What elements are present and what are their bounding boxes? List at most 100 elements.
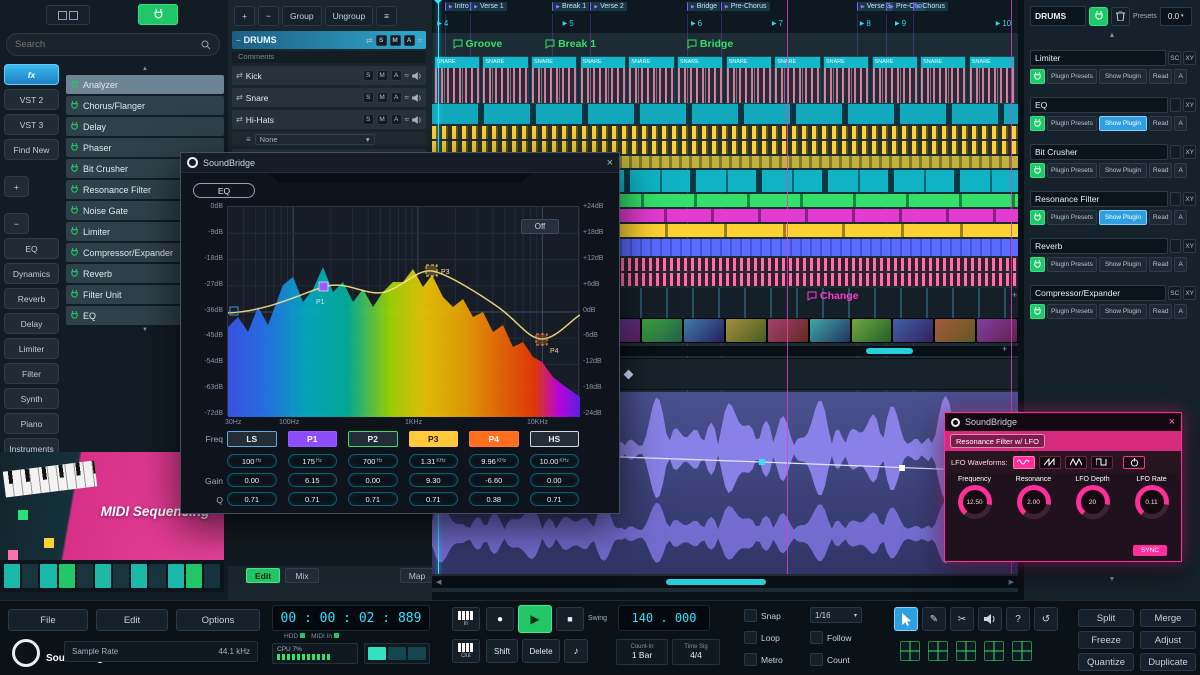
sample-rate-box[interactable]: Sample Rate 44.1 kHz: [64, 641, 258, 662]
close-icon[interactable]: ×: [607, 157, 613, 169]
lfo-wave-square-button[interactable]: [1091, 456, 1113, 469]
band-frequency-value[interactable]: 10.00 KHz: [530, 454, 580, 468]
xy-badge[interactable]: XY: [1183, 145, 1196, 159]
speaker-icon[interactable]: [412, 94, 422, 102]
keyboard-view-button[interactable]: [1012, 641, 1032, 661]
plugin-category-button[interactable]: VST 2: [4, 89, 59, 110]
section-label[interactable]: Bridge: [687, 38, 733, 50]
read-automation-button[interactable]: Read: [1149, 304, 1173, 319]
automation-icon[interactable]: ≈: [405, 93, 409, 102]
midi-clip[interactable]: SNARE: [531, 56, 577, 104]
swap-icon[interactable]: ⇄: [236, 93, 243, 102]
band-gain-value[interactable]: -6.60: [469, 473, 519, 487]
plugin-slot-name[interactable]: Resonance Filter: [1030, 191, 1168, 207]
plugin-power-button[interactable]: [1030, 210, 1045, 225]
track-row[interactable]: ⇄ Snare S M A ≈: [232, 88, 426, 107]
band-select-button[interactable]: P2: [348, 431, 398, 447]
timeline-ruler[interactable]: ▶ Intro ▶ Verse 1 ▶ Break 1 ▶: [432, 0, 1018, 34]
eq-handle-ls[interactable]: [230, 307, 238, 315]
bar-number[interactable]: ▶ 4: [437, 19, 448, 28]
freeze-button[interactable]: Freeze: [1078, 631, 1134, 649]
read-automation-button[interactable]: Read: [1149, 163, 1173, 178]
group-button[interactable]: Group: [282, 6, 322, 26]
horizontal-scrollbar-bottom[interactable]: ◀ ▶: [432, 576, 1018, 588]
band-frequency-value[interactable]: 1.31 KHz: [409, 454, 459, 468]
plugin-power-button[interactable]: [1030, 163, 1045, 178]
automation-mode-button[interactable]: A: [1174, 69, 1186, 84]
band-q-value[interactable]: 0.38: [469, 492, 519, 506]
delete-button[interactable]: Delete: [522, 639, 560, 663]
plugin-list-item[interactable]: Analyzer: [66, 75, 224, 94]
band-q-value[interactable]: 0.71: [409, 492, 459, 506]
plugin-presets-button[interactable]: Plugin Presets: [1047, 116, 1097, 131]
speaker-icon[interactable]: [412, 116, 422, 124]
plugin-category-button[interactable]: Synth: [4, 388, 59, 409]
show-plugin-button[interactable]: Show Plugin: [1099, 210, 1147, 225]
midi-clip[interactable]: SNARE: [580, 56, 626, 104]
sidechain-badge[interactable]: [1170, 98, 1181, 112]
collapse-chain-icon[interactable]: ▲: [1024, 32, 1200, 39]
eq-handle-p1[interactable]: [319, 282, 328, 291]
scrollbar-thumb[interactable]: [866, 348, 913, 354]
plugin-slot-name[interactable]: Reverb: [1030, 238, 1168, 254]
bar-number[interactable]: ▶ 10: [996, 19, 1012, 28]
sync-button[interactable]: SYNC: [1133, 545, 1167, 556]
plugin-category-button[interactable]: −: [4, 213, 29, 234]
lfo-wave-saw-button[interactable]: [1039, 456, 1061, 469]
options-menu-button[interactable]: Options: [176, 609, 260, 631]
video-thumbnail[interactable]: [684, 319, 724, 342]
band-q-value[interactable]: 0.71: [530, 492, 580, 506]
xy-badge[interactable]: XY: [1183, 286, 1196, 300]
piano-roll-view-button[interactable]: [956, 641, 976, 661]
listen-tool-button[interactable]: [978, 607, 1002, 631]
band-gain-value[interactable]: 0.00: [530, 473, 580, 487]
show-plugin-button[interactable]: Show Plugin: [1099, 163, 1147, 178]
xy-badge[interactable]: XY: [1183, 239, 1196, 253]
timeline-marker[interactable]: ▶ Verse 2: [590, 2, 627, 11]
knob-control[interactable]: 12.50: [958, 485, 992, 519]
read-automation-button[interactable]: Read: [1149, 257, 1173, 272]
video-thumbnail[interactable]: [935, 319, 975, 342]
split-button[interactable]: Split: [1078, 609, 1134, 627]
draw-tool-button[interactable]: ✎: [922, 607, 946, 631]
plugin-category-button[interactable]: Filter: [4, 363, 59, 384]
show-plugin-button[interactable]: Show Plugin: [1099, 257, 1147, 272]
midi-clip[interactable]: SNARE: [434, 56, 480, 104]
arm-button[interactable]: A: [391, 92, 402, 103]
speaker-icon[interactable]: [412, 72, 422, 80]
eq-plugin-window[interactable]: SoundBridge × EQ Off 0dB-9dB-18dB-27dB-3…: [180, 152, 620, 514]
plugin-category-button[interactable]: Piano: [4, 413, 59, 434]
collapse-group-icon[interactable]: −: [236, 36, 241, 45]
delete-plugin-button[interactable]: [1111, 7, 1130, 26]
track-row[interactable]: ⇄ Kick S M A ≈: [232, 66, 426, 85]
automation-icon[interactable]: ≈: [405, 71, 409, 80]
video-thumbnail[interactable]: [726, 319, 766, 342]
count-toggle[interactable]: Count: [810, 653, 850, 666]
plugin-category-button[interactable]: Limiter: [4, 338, 59, 359]
automation-select[interactable]: None ▾: [255, 134, 375, 145]
section-label-change[interactable]: Change: [807, 290, 859, 302]
time-sig-box[interactable]: Time Sig 4/4: [672, 639, 720, 665]
track-row[interactable]: ⇄ Hi-Hats S M A ≈: [232, 110, 426, 129]
editor-view-button[interactable]: [900, 641, 920, 661]
plugin-presets-button[interactable]: Plugin Presets: [1047, 163, 1097, 178]
scroll-up-icon[interactable]: ▲: [66, 66, 224, 75]
show-plugin-button[interactable]: Show Plugin: [1099, 304, 1147, 319]
video-thumbnail[interactable]: [768, 319, 808, 342]
midi-in-button[interactable]: In: [452, 607, 480, 631]
plugin-list-item[interactable]: Chorus/Flanger: [66, 96, 224, 115]
scroll-right-icon[interactable]: ▶: [1009, 578, 1014, 586]
sidechain-badge[interactable]: [1170, 145, 1181, 159]
edit-menu-button[interactable]: Edit: [96, 609, 168, 631]
plugin-slot-name[interactable]: EQ: [1030, 97, 1168, 113]
band-frequency-value[interactable]: 175 Hz: [288, 454, 338, 468]
resonance-filter-window[interactable]: SoundBridge × Resonance Filter w/ LFO LF…: [944, 412, 1182, 562]
pan-tool-icon[interactable]: +: [1012, 290, 1017, 300]
band-gain-value[interactable]: 6.15: [288, 473, 338, 487]
plugin-presets-button[interactable]: Plugin Presets: [1047, 257, 1097, 272]
plugin-power-button[interactable]: [1030, 257, 1045, 272]
window-titlebar[interactable]: SoundBridge ×: [945, 413, 1181, 431]
plugin-power-button[interactable]: [1030, 69, 1045, 84]
select-tool-button[interactable]: [894, 607, 918, 631]
xy-badge[interactable]: XY: [1183, 192, 1196, 206]
